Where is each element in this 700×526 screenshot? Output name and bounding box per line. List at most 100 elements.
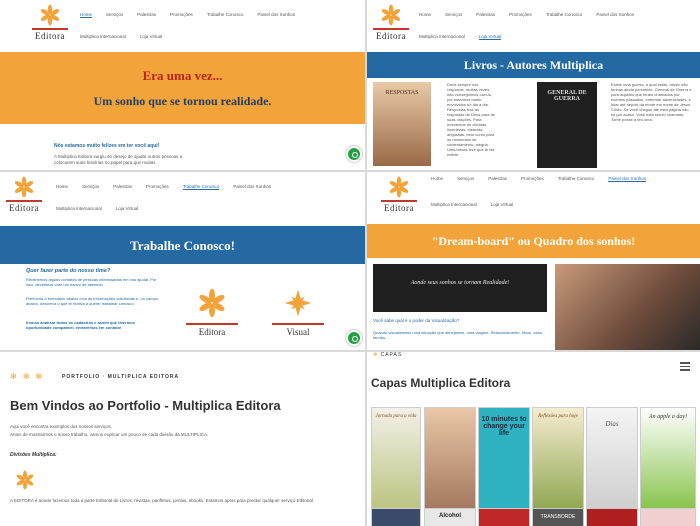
logo-text: Editora (186, 323, 238, 337)
intro-text: A Multiplica Editora surgiu do desejo de… (54, 154, 183, 165)
logo[interactable]: Editora (30, 4, 70, 46)
logo[interactable]: Editora (4, 176, 44, 218)
book1-description: Deus sempre nos responde, muitas vezes n… (447, 82, 495, 157)
livros-banner: Livros - Autores Multiplica (367, 52, 700, 78)
visual-logo: Visual (272, 288, 324, 337)
nav-palestras[interactable]: Palestras (488, 176, 507, 181)
hero-banner: Era uma vez... Um sonho que se tornou re… (0, 52, 365, 124)
flower-logo-icon (381, 4, 401, 26)
nav-trabalhe[interactable]: Trabalhe Conosco (546, 12, 583, 17)
capas-crumb-text: CAPAS (380, 352, 403, 358)
chalkboard-text: Aonde seus sonhos se tornam Realidade! (410, 280, 510, 286)
cover-10minutes[interactable]: 10 minutes to change your life (478, 407, 530, 517)
editora-description: A EDITORA é aonde fazemos toda a parte E… (10, 498, 315, 503)
nav-internacional[interactable]: Multiplica Internacional (431, 202, 477, 207)
nav-row2: Multiplica Internacional Loja Virtual (419, 34, 515, 40)
logo-text: Editora (373, 28, 409, 41)
panel-dreamboard: Editora Home Serviços Palestras Promoções Tr… (367, 172, 700, 350)
nav-servicos[interactable]: Serviços (445, 12, 462, 17)
whatsapp-icon[interactable] (346, 330, 362, 346)
nav-servicos[interactable]: Serviços (457, 176, 474, 181)
cover-jornada[interactable]: Jornada para a vida (371, 407, 421, 517)
cover-title: Dias (605, 420, 619, 428)
logo-text: Editora (6, 200, 42, 213)
hero-title: Era uma vez... (142, 68, 223, 83)
cover-title: Jornada para a vida (375, 414, 417, 419)
nav-trabalhe[interactable]: Trabalhe Conosco (182, 184, 220, 190)
main-nav: Home Serviços Palestras Promoções Trabalhe C… (419, 12, 648, 17)
cover-reflexoes[interactable]: Reflexões para hoje (532, 407, 584, 517)
nav-loja[interactable]: Loja Virtual (478, 34, 502, 40)
book-cover-general[interactable]: GENERAL DE GUERRA (537, 82, 597, 168)
cover-title: An apple a day! (648, 414, 688, 420)
nav-loja[interactable]: Loja Virtual (491, 202, 513, 207)
logo[interactable]: Editora (371, 4, 411, 46)
chalkboard-image: Aonde seus sonhos se tornam Realidade! (373, 264, 547, 312)
cover-hands[interactable] (424, 407, 476, 517)
nav-home[interactable]: Home (419, 12, 431, 17)
nav-promocoes[interactable]: Promoções (170, 12, 193, 17)
nav-loja[interactable]: Loja Virtual (116, 206, 138, 211)
nav-internacional[interactable]: Multiplica Internacional (419, 34, 465, 39)
cover-title: 10 minutes to change your life (481, 416, 527, 437)
visual-text: Visual (272, 323, 324, 337)
trabalhe-text-3: Iremos analisar todos os cadastros e ass… (26, 320, 135, 330)
book-title: RESPOSTAS (385, 90, 419, 96)
book-cover-respostas[interactable]: RESPOSTAS (373, 82, 431, 166)
nav-painel[interactable]: Painel dos Sonhos (233, 184, 271, 189)
cover-apple[interactable]: An apple a day! (640, 407, 696, 517)
divisoes-label: Divisões Multiplica: (10, 452, 57, 458)
editora-logo-large: Editora (186, 288, 238, 337)
dreamboard-title: "Dream-board" ou Quadro dos sonhos! (431, 234, 636, 248)
cover-row2-3[interactable] (478, 508, 530, 526)
flower-logo-icon (40, 4, 60, 26)
nav-trabalhe[interactable]: Trabalhe Conosco (207, 12, 244, 17)
panel-capas: ✻ CAPAS Capas Multiplica Editora Jornada… (367, 352, 700, 526)
logo[interactable]: Editora (379, 176, 419, 218)
trabalhe-title: Trabalhe Conosco! (130, 238, 235, 253)
panel-home: Editora Home Serviços Palestras Promoções Tr… (0, 0, 365, 170)
flower-logo-icon (14, 176, 34, 198)
cover-row2-1[interactable] (371, 508, 421, 526)
portfolio-intro-1: Aqui você encontra exemplos dos nossos s… (10, 424, 113, 429)
nav-palestras[interactable]: Palestras (476, 12, 495, 17)
nav-loja[interactable]: Loja Virtual (140, 34, 162, 39)
nav-painel[interactable]: Painel dos Sonhos (608, 176, 646, 182)
book-title: GENERAL DE GUERRA (547, 90, 587, 102)
cover-alcohol[interactable]: Alcohol (424, 508, 476, 526)
nav-servicos[interactable]: Serviços (82, 184, 99, 189)
flower-small-icon: ✻ (373, 352, 381, 358)
nav-promocoes[interactable]: Promoções (509, 12, 532, 17)
visualizacao-text: Quando visualizamos uma situação que alm… (373, 330, 543, 340)
cover-row2-5[interactable] (586, 508, 638, 526)
welcome-text: Nós estamos muito felizes em ter você aq… (54, 143, 160, 149)
nav-row2: Multiplica Internacional Loja Virtual (80, 34, 176, 39)
whatsapp-icon[interactable] (346, 146, 362, 162)
nav-home[interactable]: Home (431, 176, 443, 181)
star-logo-icon (284, 289, 312, 317)
editora-logo-small (12, 470, 38, 495)
nav-painel[interactable]: Painel dos Sonhos (257, 12, 295, 17)
nav-promocoes[interactable]: Promoções (521, 176, 544, 181)
nav-servicos[interactable]: Serviços (106, 12, 123, 17)
menu-icon[interactable] (680, 362, 690, 371)
site-header: Editora Home Serviços Palestras Promoções Tr… (0, 172, 365, 224)
livros-title: Livros - Autores Multiplica (463, 58, 604, 72)
nav-palestras[interactable]: Palestras (137, 12, 156, 17)
nav-palestras[interactable]: Palestras (113, 184, 132, 189)
capas-breadcrumb: ✻ CAPAS (373, 352, 402, 358)
nav-promocoes[interactable]: Promoções (146, 184, 169, 189)
nav-trabalhe[interactable]: Trabalhe Conosco (558, 176, 595, 181)
nav-painel[interactable]: Painel dos Sonhos (596, 12, 634, 17)
nav-internacional[interactable]: Multiplica Internacional (80, 34, 126, 39)
cover-title: TRANSBORDE (540, 514, 576, 520)
capas-title: Capas Multiplica Editora (371, 376, 511, 390)
cover-transborde[interactable]: TRANSBORDE (532, 508, 584, 526)
logo-text: Editora (32, 28, 68, 41)
cover-row2-6[interactable] (640, 508, 696, 526)
nav-home[interactable]: Home (80, 12, 93, 18)
nav-row2: Multiplica Internacional Loja Virtual (431, 202, 527, 207)
cover-dias[interactable]: Dias (586, 407, 638, 517)
nav-home[interactable]: Home (56, 184, 68, 189)
nav-internacional[interactable]: Multiplica Internacional (56, 206, 102, 211)
